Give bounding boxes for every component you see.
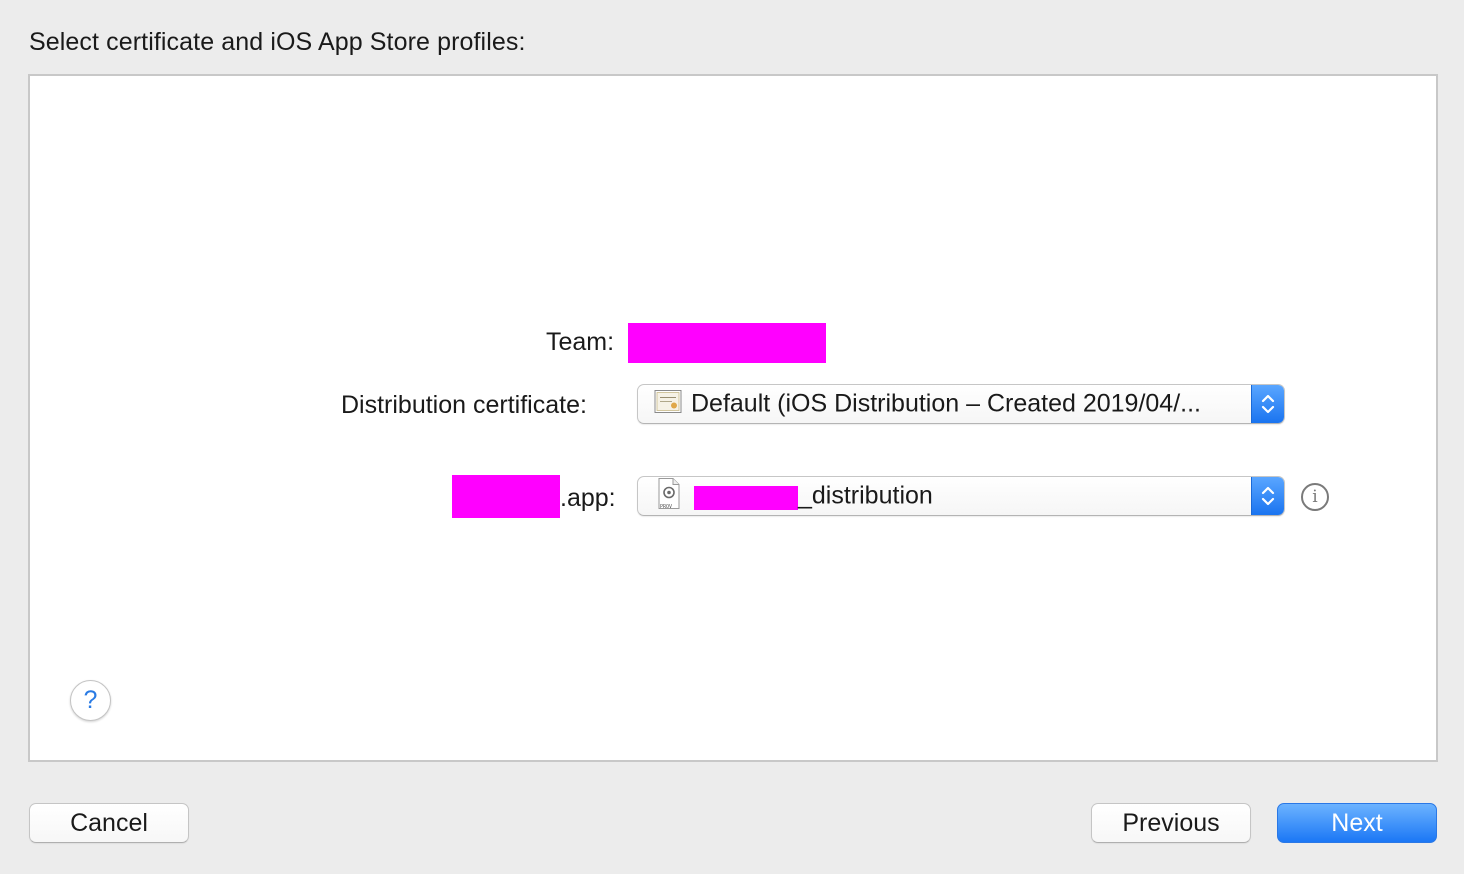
previous-button[interactable]: Previous xyxy=(1091,803,1251,843)
certificate-icon xyxy=(654,390,682,419)
distribution-certificate-label: Distribution certificate: xyxy=(341,391,587,419)
provisioning-profile-icon-caption: PROV xyxy=(660,504,673,510)
distribution-certificate-popup[interactable]: Default (iOS Distribution – Created 2019… xyxy=(637,384,1285,424)
next-button[interactable]: Next xyxy=(1277,803,1437,843)
team-label: Team: xyxy=(546,328,615,356)
team-value-redacted xyxy=(628,323,826,363)
cancel-button[interactable]: Cancel xyxy=(29,803,189,843)
app-profile-label: .app: xyxy=(560,484,616,512)
help-button[interactable]: ? xyxy=(70,680,111,721)
popup-stepper-icon xyxy=(1251,477,1284,515)
popup-stepper-icon xyxy=(1251,385,1284,423)
provisioning-profile-popup[interactable]: PROV _distribution xyxy=(637,476,1285,516)
info-icon[interactable]: i xyxy=(1301,483,1329,511)
distribution-certificate-value: Default (iOS Distribution – Created 2019… xyxy=(691,389,1201,418)
profile-name-redacted xyxy=(694,486,798,510)
app-name-redacted xyxy=(452,475,560,518)
provisioning-profile-value: _distribution xyxy=(798,481,933,510)
page-title: Select certificate and iOS App Store pro… xyxy=(29,28,526,56)
